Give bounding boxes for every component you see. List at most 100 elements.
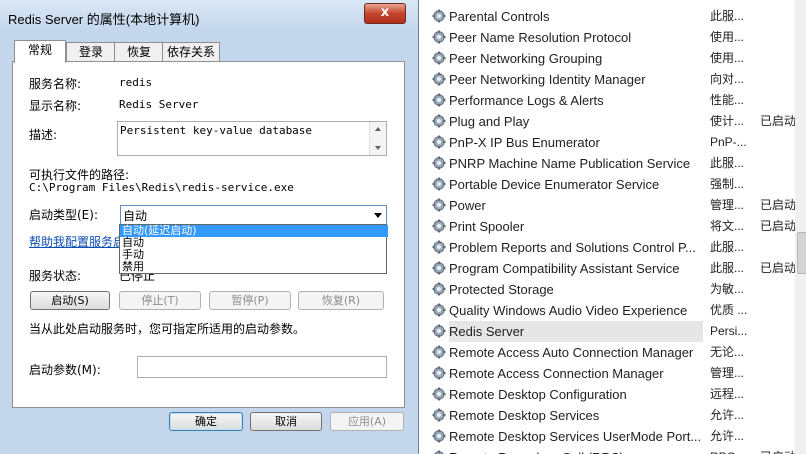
services-scrollbar[interactable] xyxy=(795,0,806,454)
tab-dependencies[interactable]: 依存关系 xyxy=(162,42,220,62)
service-status xyxy=(760,384,800,405)
service-row[interactable]: Protected Storage 为敏... xyxy=(420,279,796,300)
service-status: 已启动 xyxy=(760,198,797,212)
service-description: 允许... xyxy=(710,408,745,422)
service-description: 管理... xyxy=(710,366,745,380)
service-row[interactable]: Redis Server Persi... xyxy=(420,321,796,342)
service-row[interactable]: Remote Desktop Configuration 远程... xyxy=(420,384,796,405)
service-status-label: 服务状态: xyxy=(29,269,82,283)
service-name: Redis Server xyxy=(449,321,703,342)
service-description: 向对... xyxy=(710,72,745,86)
service-row[interactable]: Print Spooler 将文... 已启动 xyxy=(420,216,796,237)
service-row[interactable]: Remote Access Connection Manager 管理... xyxy=(420,363,796,384)
tab-recovery[interactable]: 恢复 xyxy=(114,42,164,62)
gear-icon xyxy=(432,30,446,44)
service-name: Problem Reports and Solutions Control P.… xyxy=(449,240,696,255)
service-name: Remote Access Auto Connection Manager xyxy=(449,345,694,360)
service-row[interactable]: Peer Networking Identity Manager 向对... xyxy=(420,69,796,90)
service-description: 此服... xyxy=(710,240,745,254)
service-status: 已启动 xyxy=(760,219,797,233)
help-configure-link[interactable]: 帮助我配置服务启动选项。 xyxy=(29,233,119,250)
service-description: 优质 ... xyxy=(710,303,748,317)
apply-button[interactable]: 应用(A) xyxy=(330,412,404,431)
startup-type-select[interactable]: 自动 xyxy=(120,205,387,225)
service-description: 强制... xyxy=(710,177,745,191)
service-row[interactable]: Peer Networking Grouping 使用... xyxy=(420,48,796,69)
service-row[interactable]: Parental Controls 此服... xyxy=(420,6,796,27)
service-status xyxy=(760,405,800,426)
gear-icon xyxy=(432,429,446,443)
ok-button[interactable]: 确定 xyxy=(169,412,243,431)
start-params-label: 启动参数(M): xyxy=(29,363,101,377)
display-name-value: Redis Server xyxy=(119,98,199,111)
service-description: 此服... xyxy=(710,9,745,23)
description-scrollbar[interactable] xyxy=(369,122,386,155)
service-status xyxy=(760,321,800,342)
service-name: PNRP Machine Name Publication Service xyxy=(449,156,691,171)
gear-icon xyxy=(432,303,446,317)
service-row[interactable]: Portable Device Enumerator Service 强制... xyxy=(420,174,796,195)
gear-icon xyxy=(432,282,446,296)
service-description: 此服... xyxy=(710,156,745,170)
gear-icon xyxy=(432,114,446,128)
option-auto[interactable]: 自动 xyxy=(120,237,388,249)
properties-dialog: Redis Server 的属性(本地计算机) x 常规 登录 恢复 依存关系 … xyxy=(0,0,419,454)
service-description: Persi... xyxy=(710,324,748,338)
service-row[interactable]: Remote Access Auto Connection Manager 无论.… xyxy=(420,342,796,363)
startup-type-value: 自动 xyxy=(123,209,148,223)
service-row[interactable]: PNRP Machine Name Publication Service 此服.… xyxy=(420,153,796,174)
scroll-up-icon[interactable] xyxy=(375,127,381,131)
service-status: 已启动 xyxy=(760,114,797,128)
start-button[interactable]: 启动(S) xyxy=(30,291,110,310)
gear-icon xyxy=(432,135,446,149)
option-manual[interactable]: 手动 xyxy=(120,249,388,261)
service-status xyxy=(760,69,800,90)
stop-button[interactable]: 停止(T) xyxy=(119,291,201,310)
service-status xyxy=(760,426,800,447)
service-row[interactable]: Remote Procedure Call (RPC)RPC...已启动 xyxy=(420,447,796,454)
service-name: Print Spooler xyxy=(449,219,525,234)
service-row[interactable]: Power 管理... 已启动 xyxy=(420,195,796,216)
gear-icon xyxy=(432,261,446,275)
dialog-titlebar: Redis Server 的属性(本地计算机) x xyxy=(0,0,418,36)
option-disabled[interactable]: 禁用 xyxy=(120,261,388,273)
service-name-value: redis xyxy=(119,76,153,89)
service-name: Remote Desktop Services xyxy=(449,408,600,423)
service-name: Peer Networking Identity Manager xyxy=(449,72,646,87)
cancel-button[interactable]: 取消 xyxy=(250,412,322,431)
tab-general[interactable]: 常规 xyxy=(14,40,66,63)
chevron-down-icon xyxy=(374,213,382,218)
service-description: 远程... xyxy=(710,387,745,401)
scroll-down-icon[interactable] xyxy=(375,146,381,150)
service-description: 性能... xyxy=(710,93,745,107)
service-row[interactable]: Program Compatibility Assistant Service 此… xyxy=(420,258,796,279)
close-button[interactable]: x xyxy=(364,3,406,24)
service-status xyxy=(760,300,800,321)
service-name: Remote Desktop Services UserMode Port... xyxy=(449,429,702,444)
gear-icon xyxy=(432,177,446,191)
service-row[interactable]: Quality Windows Audio Video Experience 优质… xyxy=(420,300,796,321)
pause-button[interactable]: 暂停(P) xyxy=(209,291,291,310)
service-row[interactable]: Remote Desktop Services 允许... xyxy=(420,405,796,426)
service-description: 使用... xyxy=(710,51,745,65)
service-row[interactable]: Peer Name Resolution Protocol 使用... xyxy=(420,27,796,48)
service-description: 允许... xyxy=(710,429,745,443)
service-status xyxy=(760,363,800,384)
service-status xyxy=(760,342,800,363)
service-description: 将文... xyxy=(710,219,745,233)
tab-logon[interactable]: 登录 xyxy=(66,42,116,62)
resume-button[interactable]: 恢复(R) xyxy=(298,291,384,310)
service-status: 已启动 xyxy=(760,447,800,454)
service-description: 无论... xyxy=(710,345,745,359)
service-status xyxy=(760,153,800,174)
service-row[interactable]: PnP-X IP Bus Enumerator PnP-... xyxy=(420,132,796,153)
option-auto-delayed[interactable]: 自动(延迟启动) xyxy=(120,225,388,237)
description-box[interactable]: Persistent key-value database xyxy=(117,121,387,156)
service-row[interactable]: Problem Reports and Solutions Control P.… xyxy=(420,237,796,258)
services-scroll-thumb[interactable] xyxy=(797,232,806,274)
service-row[interactable]: Plug and Play 使计... 已启动 xyxy=(420,111,796,132)
start-params-input[interactable] xyxy=(137,356,387,378)
service-row[interactable]: Performance Logs & Alerts 性能... xyxy=(420,90,796,111)
service-row[interactable]: Remote Desktop Services UserMode Port...… xyxy=(420,426,796,447)
service-name: Peer Name Resolution Protocol xyxy=(449,30,632,45)
